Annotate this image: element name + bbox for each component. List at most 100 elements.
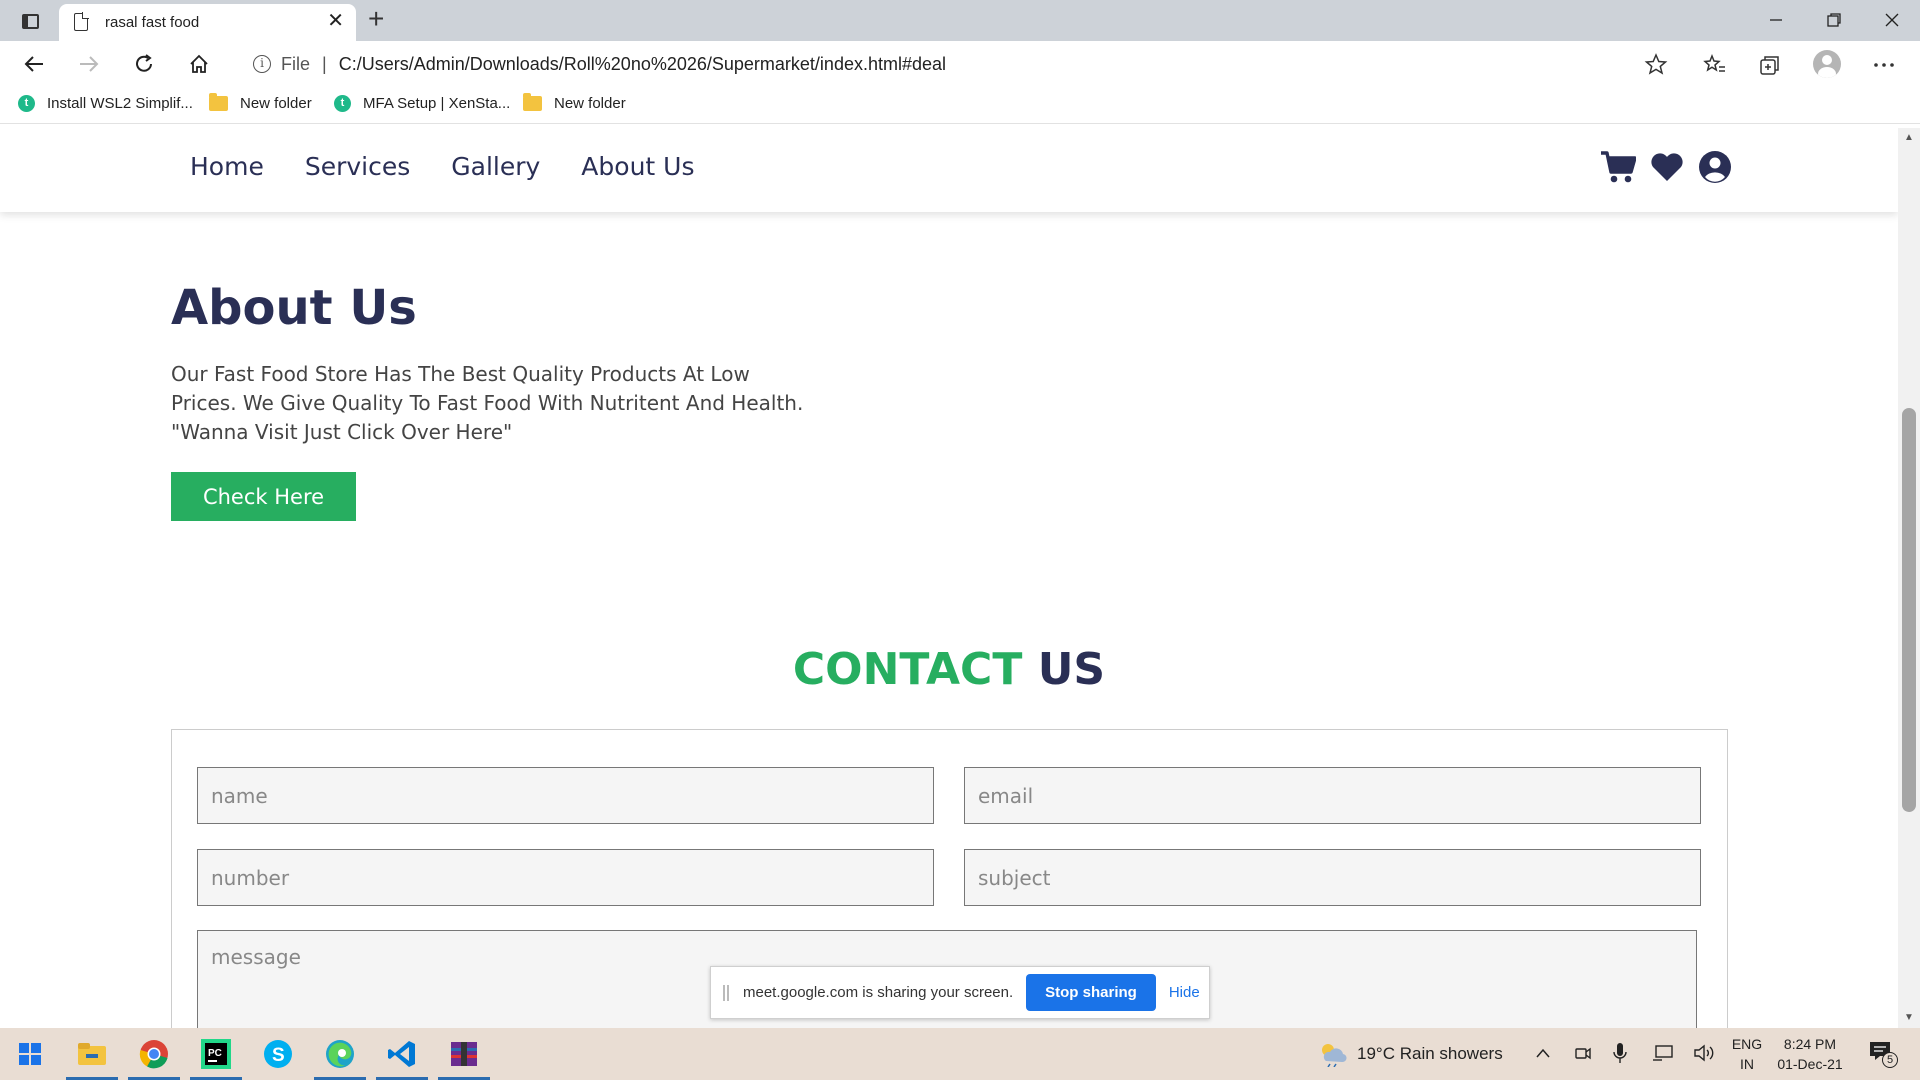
cart-icon[interactable] [1600, 150, 1636, 184]
start-button[interactable] [0, 1028, 60, 1080]
weather-rain-icon[interactable] [1318, 1041, 1348, 1067]
bookmark-item[interactable]: t Install WSL2 Simplif... [18, 95, 193, 112]
bookmark-folder[interactable]: New folder [209, 93, 312, 112]
twitter-bird-icon: t [18, 95, 35, 112]
pycharm-icon: PC [201, 1039, 231, 1069]
nav-gallery-link[interactable]: Gallery [451, 152, 540, 181]
check-here-button[interactable]: Check Here [171, 472, 356, 521]
heart-icon[interactable] [1650, 152, 1684, 182]
clock-date: 01-Dec-21 [1777, 1056, 1843, 1072]
weather-text[interactable]: 19°C Rain showers [1357, 1044, 1503, 1064]
add-favorite-icon[interactable] [1644, 53, 1668, 77]
notifications-button[interactable]: 5 [1868, 1040, 1902, 1070]
taskbar-winrar[interactable] [434, 1028, 494, 1080]
taskbar-edge[interactable] [310, 1028, 370, 1080]
about-description: Our Fast Food Store Has The Best Quality… [171, 362, 804, 444]
folder-icon [523, 93, 542, 111]
forward-arrow-icon [80, 56, 99, 72]
profile-avatar[interactable] [1813, 50, 1841, 78]
scrollbar-thumb[interactable] [1902, 408, 1916, 812]
site-header: Home Services Gallery About Us [0, 128, 1898, 212]
microphone-icon[interactable] [1613, 1042, 1627, 1064]
bookmark-item[interactable]: t MFA Setup | XenSta... [334, 95, 510, 112]
taskbar-chrome[interactable] [124, 1028, 184, 1080]
contact-title: CONTACT US [0, 644, 1898, 695]
url-text[interactable]: C:/Users/Admin/Downloads/Roll%20no%2026/… [339, 54, 946, 75]
scroll-down-icon[interactable]: ▼ [1904, 1012, 1914, 1023]
nav-about-link[interactable]: About Us [581, 152, 694, 181]
edge-icon [326, 1040, 354, 1068]
window-close-icon[interactable] [1884, 12, 1900, 28]
bookmarks-bar: t Install WSL2 Simplif... New folder t MFA… [0, 87, 1920, 124]
subject-input[interactable]: subject [964, 849, 1701, 906]
back-arrow-icon [24, 56, 43, 72]
new-tab-button[interactable]: + [368, 4, 384, 34]
volume-icon[interactable] [1693, 1044, 1715, 1062]
page-icon [74, 12, 89, 31]
restore-icon[interactable] [1826, 12, 1842, 28]
forward-button[interactable] [73, 49, 105, 79]
tab-title: rasal fast food [105, 14, 200, 31]
screen-share-bar: meet.google.com is sharing your screen. … [710, 966, 1210, 1019]
windows-logo-icon [19, 1043, 41, 1065]
taskbar-pycharm[interactable]: PC [186, 1028, 246, 1080]
page-scrollbar[interactable]: ▲ ▼ [1898, 128, 1920, 1028]
tab-actions-button[interactable] [14, 8, 46, 34]
site-info-icon[interactable]: i [253, 55, 271, 73]
user-icon[interactable] [1698, 150, 1732, 184]
notification-count: 5 [1882, 1052, 1898, 1068]
file-explorer-icon [78, 1043, 106, 1065]
more-options-icon[interactable] [1872, 55, 1896, 75]
hide-button[interactable]: Hide [1169, 984, 1200, 1001]
meet-now-camera-icon[interactable] [1574, 1044, 1592, 1062]
drag-handle-icon[interactable] [723, 984, 729, 1001]
back-button[interactable] [18, 49, 50, 79]
favorites-icon[interactable] [1702, 53, 1726, 77]
show-hidden-icons-chevron-up-icon[interactable] [1535, 1046, 1551, 1060]
windows-taskbar: PC S 19°C Rain showers ENG IN 8:24 PM 01… [0, 1028, 1920, 1080]
number-input[interactable]: number [197, 849, 934, 906]
bookmark-label: New folder [554, 95, 626, 112]
browser-toolbar: i File | C:/Users/Admin/Downloads/Roll%2… [0, 41, 1920, 87]
taskbar-vscode[interactable] [372, 1028, 432, 1080]
skype-icon: S [264, 1040, 292, 1068]
refresh-button[interactable] [128, 49, 160, 79]
url-separator: | [322, 53, 327, 74]
clock[interactable]: 8:24 PM 01-Dec-21 [1770, 1034, 1850, 1074]
language-indicator[interactable]: ENG IN [1730, 1034, 1764, 1074]
contact-title-green: CONTACT [792, 644, 1023, 695]
nav-home-link[interactable]: Home [190, 152, 264, 181]
home-icon [190, 54, 208, 73]
url-scheme-label: File [281, 53, 311, 74]
header-icons [1600, 150, 1732, 184]
taskbar-file-explorer[interactable] [62, 1028, 122, 1080]
bookmark-label: New folder [240, 95, 312, 112]
about-title: About Us [171, 280, 417, 336]
stop-sharing-button[interactable]: Stop sharing [1026, 974, 1156, 1011]
email-input[interactable]: email [964, 767, 1701, 824]
address-bar[interactable]: i File | C:/Users/Admin/Downloads/Roll%2… [239, 46, 1681, 82]
collections-icon[interactable] [1758, 53, 1782, 77]
nav-services-link[interactable]: Services [305, 152, 410, 181]
bookmark-label: Install WSL2 Simplif... [47, 95, 193, 112]
contact-title-dark: US [1037, 644, 1106, 695]
browser-tab[interactable]: rasal fast food ✕ [59, 4, 356, 41]
scroll-up-icon[interactable]: ▲ [1904, 132, 1914, 143]
browser-titlebar: rasal fast food ✕ + [0, 0, 1920, 41]
page-viewport: Home Services Gallery About Us About Us … [0, 128, 1898, 1028]
tab-close-icon[interactable]: ✕ [327, 11, 344, 31]
minimize-icon[interactable] [1768, 12, 1784, 28]
share-message: meet.google.com is sharing your screen. [743, 984, 1014, 1001]
folder-icon [209, 93, 228, 111]
tab-actions-icon [21, 13, 39, 29]
network-icon[interactable] [1652, 1044, 1674, 1062]
home-button[interactable] [183, 49, 215, 79]
refresh-icon [136, 54, 152, 72]
svg-text:S: S [272, 1045, 285, 1066]
language-top: ENG [1731, 1036, 1763, 1052]
clock-time: 8:24 PM [1783, 1036, 1837, 1052]
taskbar-skype[interactable]: S [248, 1028, 308, 1080]
bookmark-folder[interactable]: New folder [523, 93, 626, 112]
name-input[interactable]: name [197, 767, 934, 824]
chrome-icon [139, 1040, 168, 1069]
